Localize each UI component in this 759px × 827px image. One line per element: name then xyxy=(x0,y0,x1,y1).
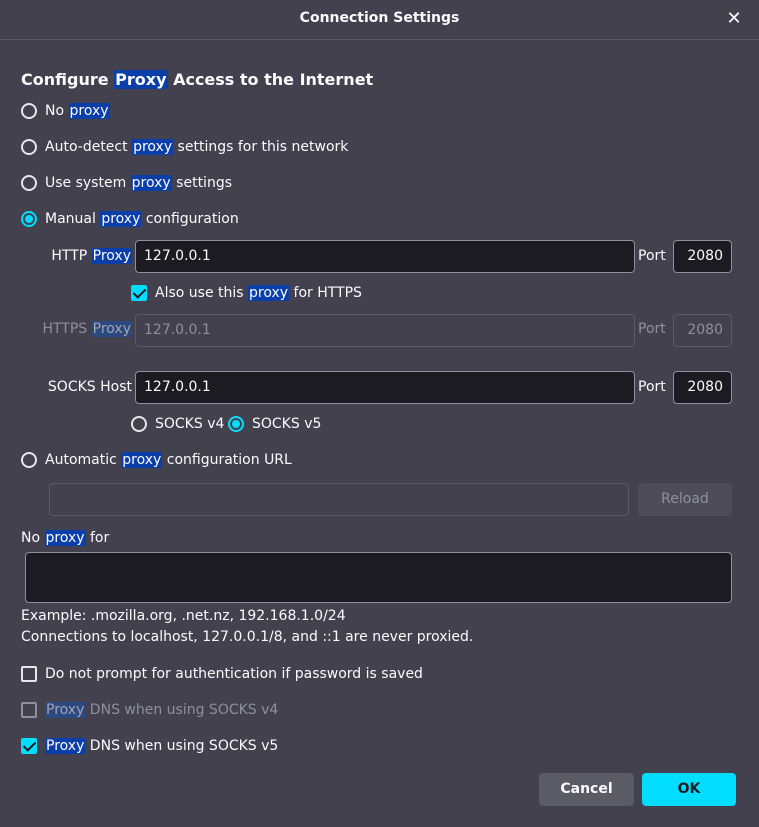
radio-label: SOCKS v4 xyxy=(155,416,225,432)
cancel-button[interactable]: Cancel xyxy=(539,773,634,806)
close-icon[interactable]: ✕ xyxy=(723,8,745,30)
radio-button-icon[interactable] xyxy=(21,139,37,155)
socks-port-label: Port xyxy=(638,379,666,395)
radio-system-proxy[interactable]: Use system proxy settings xyxy=(21,175,232,191)
localhost-note: Connections to localhost, 127.0.0.1/8, a… xyxy=(21,629,474,645)
radio-manual-proxy[interactable]: Manual proxy configuration xyxy=(21,211,239,227)
section-heading: Configure Proxy Access to the Internet xyxy=(21,70,373,89)
heading-text-pre: Configure xyxy=(21,70,115,89)
https-proxy-label: HTTPS Proxy xyxy=(42,321,132,337)
radio-label: Use system proxy settings xyxy=(45,175,232,191)
radio-auto-detect[interactable]: Auto-detect proxy settings for this netw… xyxy=(21,139,348,155)
radio-button-icon[interactable] xyxy=(21,452,37,468)
radio-label: No proxy xyxy=(45,103,110,119)
dialog-title: Connection Settings xyxy=(299,10,460,26)
radio-button-selected-icon[interactable] xyxy=(228,416,244,432)
radio-socks-v4[interactable]: SOCKS v4 xyxy=(131,416,224,432)
checkbox-also-https[interactable]: Also use this proxy for HTTPS xyxy=(131,285,362,301)
checkbox-checked-icon[interactable] xyxy=(21,738,37,754)
reload-button: Reload xyxy=(638,483,732,516)
https-port-input: 2080 xyxy=(673,314,732,347)
checkbox-label: Proxy DNS when using SOCKS v4 xyxy=(45,702,279,718)
checkbox-label: Also use this proxy for HTTPS xyxy=(155,285,362,301)
radio-button-icon[interactable] xyxy=(21,103,37,119)
checkbox-no-prompt-auth[interactable]: Do not prompt for authentication if pass… xyxy=(21,666,423,682)
checkbox-label: Do not prompt for authentication if pass… xyxy=(45,666,423,682)
https-proxy-input: 127.0.0.1 xyxy=(135,314,635,347)
radio-button-icon[interactable] xyxy=(21,175,37,191)
radio-button-icon[interactable] xyxy=(131,416,147,432)
radio-label: SOCKS v5 xyxy=(252,416,322,432)
checkbox-proxy-dns-v5[interactable]: Proxy DNS when using SOCKS v5 xyxy=(21,738,278,754)
radio-no-proxy[interactable]: No proxy xyxy=(21,103,110,119)
http-proxy-label: HTTP Proxy xyxy=(51,248,132,264)
checkbox-icon[interactable] xyxy=(21,666,37,682)
https-port-label: Port xyxy=(638,321,666,337)
checkbox-proxy-dns-v4: Proxy DNS when using SOCKS v4 xyxy=(21,702,278,718)
checkbox-disabled-icon xyxy=(21,702,37,718)
checkbox-checked-icon[interactable] xyxy=(131,285,147,301)
http-proxy-input[interactable]: 127.0.0.1 xyxy=(135,240,635,273)
title-bar: Connection Settings ✕ xyxy=(0,0,759,40)
socks-host-label: SOCKS Host xyxy=(47,379,132,395)
http-port-label: Port xyxy=(638,248,666,264)
http-port-input[interactable]: 2080 xyxy=(673,240,732,273)
radio-socks-v5[interactable]: SOCKS v5 xyxy=(228,416,321,432)
radio-label: Auto-detect proxy settings for this netw… xyxy=(45,139,349,155)
socks-host-input[interactable]: 127.0.0.1 xyxy=(135,371,635,404)
radio-auto-proxy-url[interactable]: Automatic proxy configuration URL xyxy=(21,452,292,468)
no-proxy-for-textarea[interactable] xyxy=(25,552,732,603)
auto-proxy-url-input xyxy=(49,483,629,516)
radio-button-selected-icon[interactable] xyxy=(21,211,37,227)
heading-text-highlight: Proxy xyxy=(114,70,168,89)
heading-text-post: Access to the Internet xyxy=(167,70,374,89)
checkbox-label: Proxy DNS when using SOCKS v5 xyxy=(45,738,279,754)
example-note: Example: .mozilla.org, .net.nz, 192.168.… xyxy=(21,608,346,624)
socks-port-input[interactable]: 2080 xyxy=(673,371,732,404)
radio-label: Automatic proxy configuration URL xyxy=(45,452,292,468)
no-proxy-for-label: No proxy for xyxy=(21,530,110,546)
ok-button[interactable]: OK xyxy=(642,773,736,806)
radio-label: Manual proxy configuration xyxy=(45,211,239,227)
